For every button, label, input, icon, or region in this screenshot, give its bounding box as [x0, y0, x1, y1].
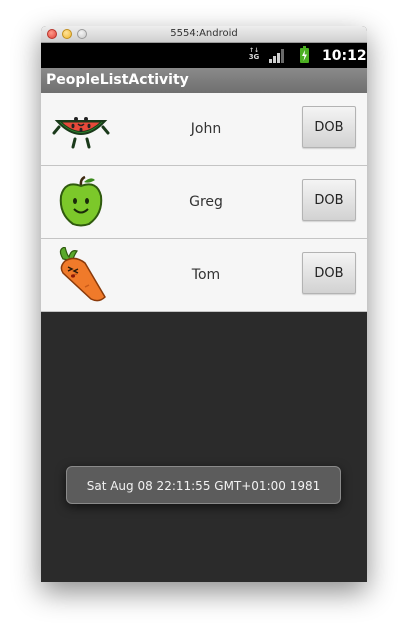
window-title: 5554:Android — [170, 28, 238, 39]
window-titlebar: 5554:Android — [41, 26, 367, 43]
battery-charging-icon — [300, 48, 309, 63]
carrot-icon — [59, 247, 106, 302]
activity-title: PeopleListActivity — [46, 72, 189, 88]
dob-button[interactable]: DOB — [302, 252, 356, 294]
person-name: Greg — [189, 194, 223, 210]
toast-message: Sat Aug 08 22:11:55 GMT+01:00 1981 — [66, 466, 341, 504]
people-list: John DOB Greg DOB Tom DOB — [41, 93, 367, 312]
app-title-bar: PeopleListActivity — [41, 68, 367, 93]
list-item[interactable]: Tom DOB — [41, 239, 367, 312]
status-clock: 10:12 — [322, 48, 367, 64]
list-item[interactable]: Greg DOB — [41, 166, 367, 239]
list-item[interactable]: John DOB — [41, 93, 367, 166]
dob-button[interactable]: DOB — [302, 179, 356, 221]
apple-icon — [59, 175, 103, 227]
dob-button[interactable]: DOB — [302, 106, 356, 148]
3g-data-icon: ↑↓ 3G — [248, 47, 260, 61]
watermelon-icon — [52, 117, 110, 149]
signal-icon — [269, 49, 284, 63]
android-status-bar: ↑↓ 3G 10:12 — [41, 43, 367, 68]
person-name: Tom — [191, 267, 221, 283]
emulator-window: 5554:Android ↑↓ 3G 10:12 PeopleListActiv… — [41, 26, 367, 582]
person-name: John — [190, 121, 222, 137]
